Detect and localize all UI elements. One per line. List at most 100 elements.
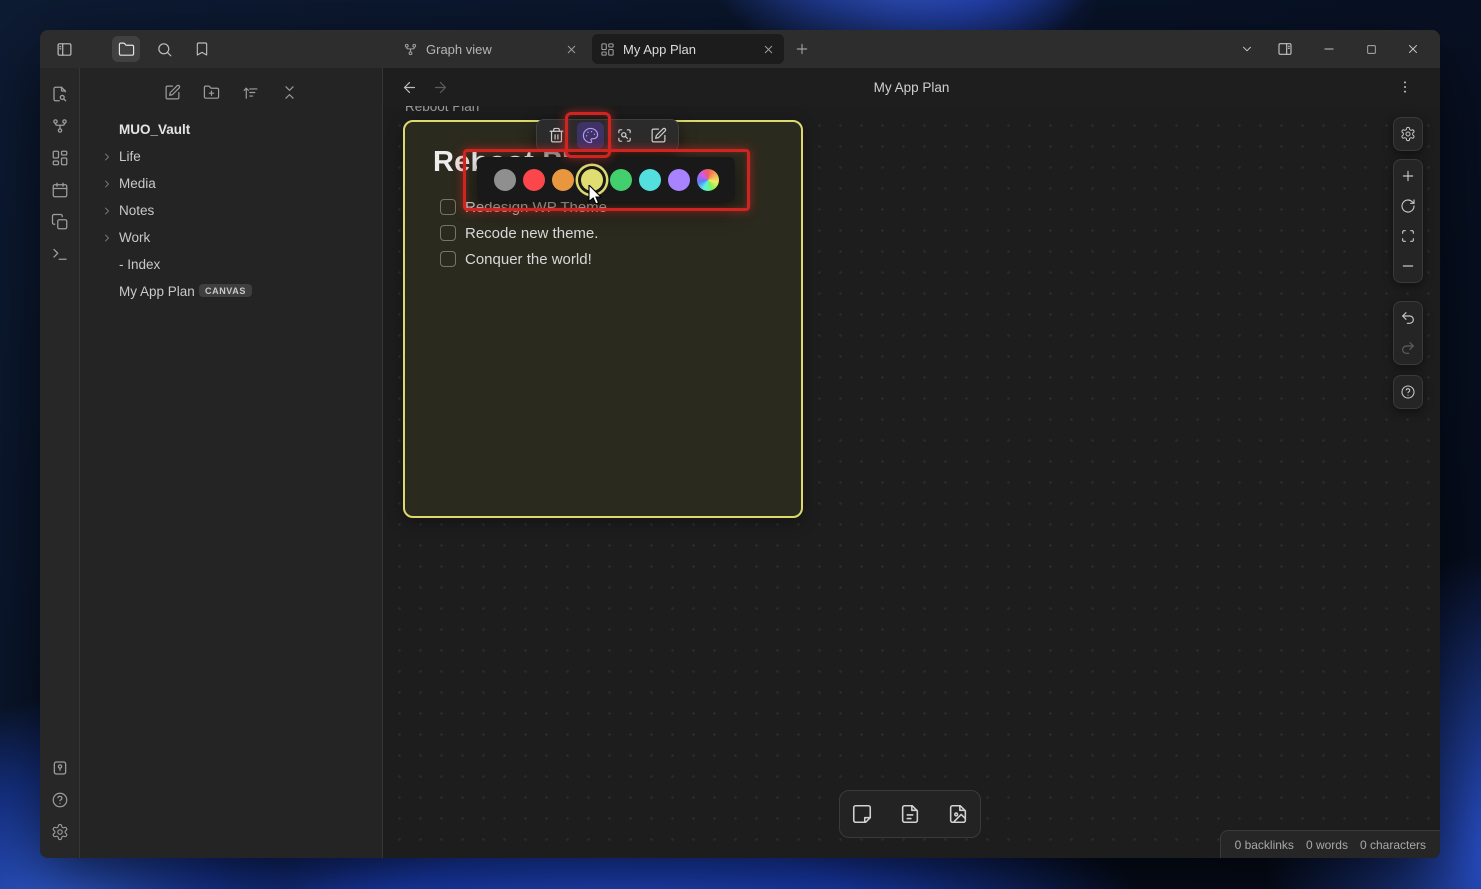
terminal-button[interactable]: [46, 240, 74, 268]
left-sidebar-toggle-button[interactable]: [50, 36, 78, 62]
settings-button[interactable]: [46, 818, 74, 846]
undo-button[interactable]: [1394, 303, 1422, 333]
new-canvas-button[interactable]: [46, 144, 74, 172]
swatch-cyan[interactable]: [638, 168, 661, 191]
folder-notes[interactable]: Notes: [80, 197, 382, 224]
file-explorer: MUO_Vault Life Media Notes Work - Index …: [80, 68, 383, 858]
canvas-help-button[interactable]: [1394, 377, 1422, 407]
back-button[interactable]: [399, 77, 419, 97]
chevron-right-icon: [101, 178, 113, 190]
add-media-button[interactable]: [938, 794, 978, 834]
swatch-orange[interactable]: [551, 168, 574, 191]
scan-icon: [1400, 228, 1416, 244]
edit-icon: [650, 127, 667, 144]
vault-name: MUO_Vault: [119, 122, 191, 137]
new-note-button[interactable]: [161, 80, 185, 104]
right-sidebar-toggle-button[interactable]: [1270, 34, 1300, 64]
tab-label: Graph view: [426, 41, 492, 57]
tab-list-dropdown-button[interactable]: [1232, 34, 1262, 64]
bookmarks-tab-button[interactable]: [188, 36, 216, 62]
chevron-down-icon: [1240, 42, 1254, 56]
close-icon[interactable]: [760, 41, 776, 57]
plus-icon: [794, 41, 810, 57]
zoom-in-button[interactable]: [1394, 161, 1422, 191]
search-tab-button[interactable]: [150, 36, 178, 62]
checkbox[interactable]: [440, 251, 456, 267]
color-node-button[interactable]: [577, 122, 604, 149]
collapse-all-button[interactable]: [278, 80, 302, 104]
word-count: 0 words: [1305, 837, 1348, 852]
vault-switcher-button[interactable]: [46, 754, 74, 782]
help-button[interactable]: [46, 786, 74, 814]
status-bar: 0 backlinks 0 words 0 characters: [1219, 830, 1440, 858]
more-options-button[interactable]: [1394, 76, 1416, 98]
kebab-icon: [1397, 79, 1413, 95]
zoom-to-fit-button[interactable]: [1394, 221, 1422, 251]
close-icon: [1406, 42, 1420, 56]
backlinks-count[interactable]: 0 backlinks: [1235, 838, 1294, 852]
graph-view-button[interactable]: [46, 112, 74, 140]
close-icon[interactable]: [563, 41, 579, 57]
canvas-badge: CANVAS: [199, 284, 252, 297]
folder-work[interactable]: Work: [80, 224, 382, 251]
close-window-button[interactable]: [1398, 34, 1428, 64]
canvas-area[interactable]: Reboot Plan Reboot Plan Redesign WP Them…: [383, 106, 1440, 858]
minimize-button[interactable]: [1314, 34, 1344, 64]
tab-my-app-plan[interactable]: My App Plan: [592, 34, 784, 64]
file-index[interactable]: - Index: [80, 251, 382, 278]
daily-note-button[interactable]: [46, 176, 74, 204]
redo-icon: [1400, 340, 1416, 356]
zoom-to-selection-button[interactable]: [611, 122, 638, 149]
add-card-button[interactable]: [842, 794, 882, 834]
redo-button[interactable]: [1394, 333, 1422, 363]
add-note-button[interactable]: [890, 794, 930, 834]
folder-icon: [118, 41, 135, 58]
gear-icon: [51, 823, 69, 841]
chevron-right-icon: [101, 232, 113, 244]
new-folder-button[interactable]: [200, 80, 224, 104]
quick-switcher-button[interactable]: [46, 80, 74, 108]
edit-node-button[interactable]: [645, 122, 672, 149]
canvas-icon: [51, 149, 69, 167]
gear-icon: [1400, 126, 1416, 142]
zoom-out-button[interactable]: [1394, 251, 1422, 281]
palette-icon: [582, 127, 599, 144]
file-image-icon: [947, 803, 969, 825]
folder-media[interactable]: Media: [80, 170, 382, 197]
swatch-green[interactable]: [609, 168, 632, 191]
swatch-custom-color[interactable]: [696, 168, 719, 191]
graph-icon: [403, 42, 418, 57]
maximize-button[interactable]: [1356, 34, 1386, 64]
vault-title-row[interactable]: MUO_Vault: [80, 116, 382, 143]
swatch-yellow-selected[interactable]: [580, 168, 603, 191]
file-text-icon: [899, 803, 921, 825]
workspace-tabs: Graph view My App Plan: [395, 30, 815, 68]
new-tab-button[interactable]: [789, 36, 815, 62]
files-tab-button[interactable]: [112, 36, 140, 62]
tab-graph-view[interactable]: Graph view: [395, 34, 587, 64]
sort-order-button[interactable]: [239, 80, 263, 104]
file-search-icon: [51, 85, 69, 103]
delete-node-button[interactable]: [543, 122, 570, 149]
folder-life[interactable]: Life: [80, 143, 382, 170]
folder-plus-icon: [203, 84, 220, 101]
swatch-red[interactable]: [522, 168, 545, 191]
view-header: My App Plan: [383, 68, 1440, 106]
vault-icon: [51, 759, 69, 777]
help-icon: [51, 791, 69, 809]
reset-zoom-button[interactable]: [1394, 191, 1422, 221]
file-my-app-plan[interactable]: My App Plan CANVAS: [80, 278, 382, 305]
swatch-purple[interactable]: [667, 168, 690, 191]
templates-button[interactable]: [46, 208, 74, 236]
checkbox[interactable]: [440, 225, 456, 241]
forward-button[interactable]: [430, 77, 450, 97]
sidebar-right-icon: [1277, 41, 1293, 57]
file-tree: MUO_Vault Life Media Notes Work - Index …: [80, 116, 382, 305]
terminal-icon: [51, 245, 69, 263]
checkbox[interactable]: [440, 199, 456, 215]
left-ribbon: [40, 68, 80, 858]
canvas-settings-button[interactable]: [1394, 119, 1422, 149]
tab-label: My App Plan: [623, 41, 696, 57]
swatch-gray[interactable]: [493, 168, 516, 191]
titlebar: Graph view My App Plan: [40, 30, 1440, 68]
